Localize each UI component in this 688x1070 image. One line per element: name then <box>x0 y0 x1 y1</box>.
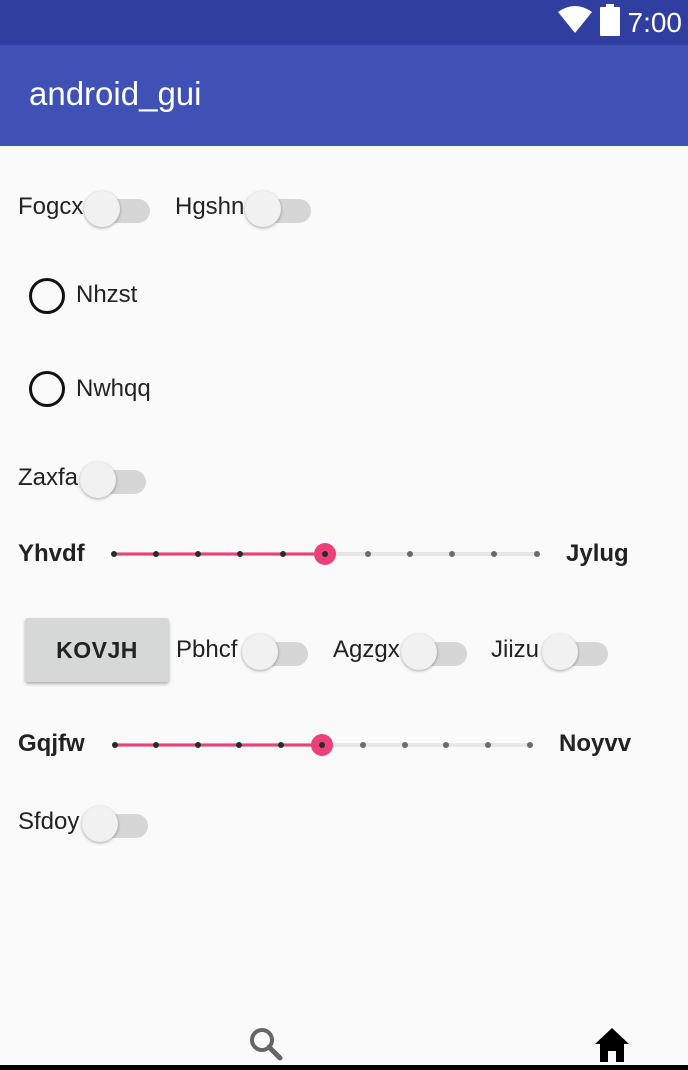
switch-zaxfa[interactable] <box>80 458 148 498</box>
radio-nwhqq[interactable] <box>29 371 65 407</box>
switch-thumb <box>245 191 281 227</box>
bottom-nav <box>0 1020 688 1066</box>
slider-gqjfw-graphic <box>112 734 533 756</box>
switch-label-jiizu: Jiizu <box>491 636 540 663</box>
slider-left-label-yhvdf: Yhvdf <box>18 540 85 567</box>
status-time: 7:00 <box>627 6 683 38</box>
switch-fogcx[interactable] <box>84 187 152 227</box>
radio-nhzst[interactable] <box>29 278 65 314</box>
switch-hgshn[interactable] <box>245 187 313 227</box>
switch-thumb <box>80 462 116 498</box>
kovjh-button[interactable]: KOVJH <box>25 618 169 682</box>
switch-label-sfdoy: Sfdoy <box>18 808 80 835</box>
slider-right-label-jylug: Jylug <box>566 540 629 567</box>
slider-left-label-gqjfw: Gqjfw <box>18 730 85 757</box>
bottom-edge-bar <box>0 1065 688 1070</box>
switch-jiizu[interactable] <box>542 630 610 670</box>
switch-agzgx[interactable] <box>401 630 469 670</box>
slider-yhvdf-graphic <box>111 543 540 565</box>
switch-label-pbhcf: Pbhcf <box>176 636 238 663</box>
switch-thumb <box>542 634 578 670</box>
switch-label-agzgx: Agzgx <box>333 636 400 663</box>
app-title: android_gui <box>29 75 202 112</box>
slider-yhvdf[interactable] <box>102 542 550 566</box>
switch-thumb <box>84 191 120 227</box>
switch-label-hgshn: Hgshn <box>175 193 245 220</box>
wifi-icon <box>557 6 592 39</box>
app-bar: android_gui <box>0 45 688 146</box>
status-icons: 7:00 <box>557 0 683 45</box>
home-icon[interactable] <box>592 1024 632 1064</box>
switch-sfdoy[interactable] <box>82 802 150 842</box>
switch-thumb <box>242 634 278 670</box>
switch-thumb <box>401 634 437 670</box>
slider-right-label-noyvv: Noyvv <box>559 730 632 757</box>
switch-label-fogcx: Fogcx <box>18 193 84 220</box>
slider-gqjfw[interactable] <box>103 733 543 757</box>
battery-icon <box>599 4 620 41</box>
radio-label-nhzst: Nhzst <box>76 281 138 308</box>
search-icon[interactable] <box>246 1024 286 1064</box>
radio-label-nwhqq: Nwhqq <box>76 375 151 402</box>
switch-thumb <box>82 806 118 842</box>
status-bar: 7:00 <box>0 0 688 45</box>
switch-pbhcf[interactable] <box>242 630 310 670</box>
switch-label-zaxfa: Zaxfa <box>18 464 79 491</box>
